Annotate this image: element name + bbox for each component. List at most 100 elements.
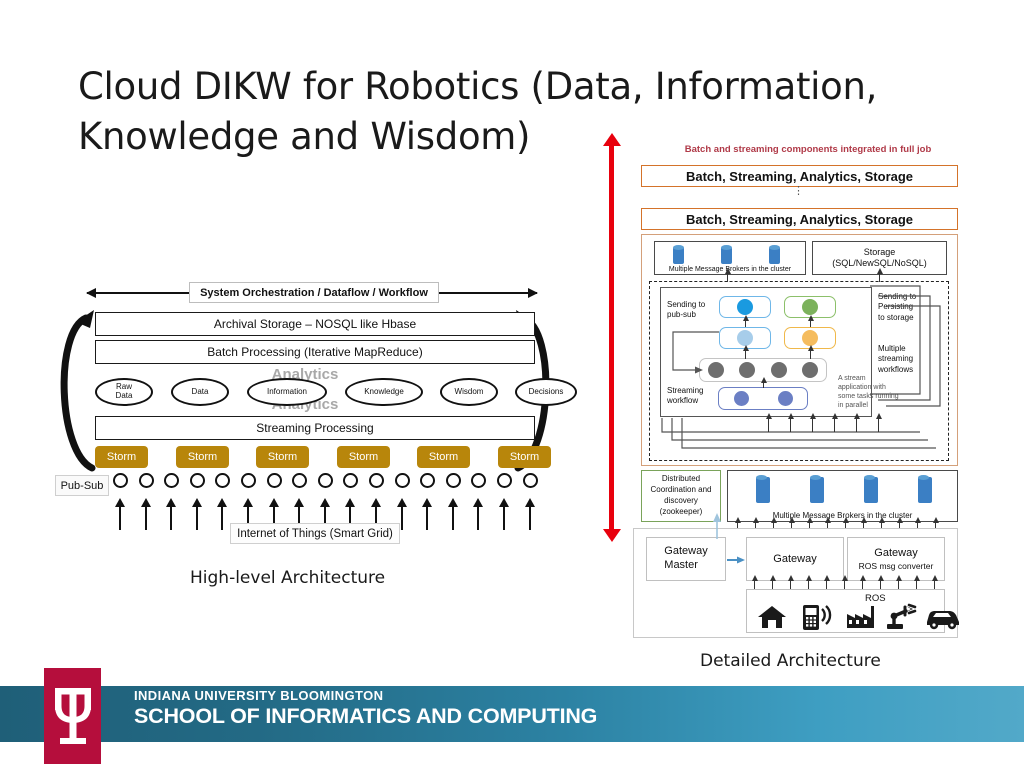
zookeeper-box: Distributed Coordination and discovery (… bbox=[641, 470, 721, 522]
broker-cylinder bbox=[756, 474, 770, 503]
broker-cylinder bbox=[918, 474, 932, 503]
storage-label-line1: Storage bbox=[863, 246, 896, 257]
detailed-architecture-diagram: Batch and streaming components integrate… bbox=[600, 133, 975, 645]
full-job-container: Multiple Message Brokers in the cluster … bbox=[641, 234, 958, 466]
pubsub-node bbox=[446, 473, 461, 488]
batch-processing-bar: Batch Processing (Iterative MapReduce) bbox=[95, 340, 535, 364]
pubsub-node bbox=[318, 473, 333, 488]
archival-storage-bar: Archival Storage – NOSQL like Hbase bbox=[95, 312, 535, 336]
dikw-stage: Data bbox=[171, 378, 229, 406]
caption-high-level: High-level Architecture bbox=[190, 568, 386, 588]
ros-label: ROS bbox=[865, 593, 886, 604]
pubsub-node bbox=[497, 473, 512, 488]
iot-label: Internet of Things (Smart Grid) bbox=[230, 523, 400, 544]
ingest-arrow bbox=[787, 413, 795, 432]
sensor-arrow bbox=[525, 498, 535, 530]
device-to-gateway-arrow bbox=[841, 575, 849, 589]
zookeeper-label: Distributed Coordination and discovery (… bbox=[650, 474, 712, 516]
task-dot bbox=[733, 391, 749, 406]
gateway-ros-sub: ROS msg converter bbox=[858, 560, 934, 571]
batch-streaming-bar-2: Batch, Streaming, Analytics, Storage bbox=[641, 208, 958, 230]
pubsub-node bbox=[139, 473, 154, 488]
footer-text-block: INDIANA UNIVERSITY BLOOMINGTON SCHOOL OF… bbox=[134, 688, 597, 729]
device-to-gateway-arrow bbox=[877, 575, 885, 589]
device-to-gateway-arrows bbox=[746, 575, 945, 590]
device-to-gateway-arrow bbox=[823, 575, 831, 589]
device-to-gateway-arrow bbox=[805, 575, 813, 589]
robot-arm-icon bbox=[887, 603, 917, 629]
footer-university-name: INDIANA UNIVERSITY BLOOMINGTON bbox=[134, 688, 384, 703]
pubsub-node bbox=[215, 473, 230, 488]
task-dot bbox=[802, 362, 819, 378]
storm-node: Storm bbox=[95, 446, 148, 468]
broker-cylinder bbox=[721, 244, 732, 264]
pubsub-node bbox=[241, 473, 256, 488]
message-brokers-bottom: Multiple Message Brokers in the cluster bbox=[727, 470, 958, 522]
dikw-stage: Knowledge bbox=[345, 378, 423, 406]
pubsub-node bbox=[523, 473, 538, 488]
dikw-stage: Wisdom bbox=[440, 378, 498, 406]
device-to-gateway-arrow bbox=[895, 575, 903, 589]
task-dot bbox=[739, 362, 756, 378]
to-brokers-arrow bbox=[724, 268, 732, 282]
pubsub-node-row bbox=[113, 473, 545, 497]
vertical-scope-arrow bbox=[602, 133, 621, 542]
sensor-arrow bbox=[192, 498, 202, 530]
mobile-phone-icon bbox=[803, 605, 832, 630]
streaming-workflows-dashed-region: Sending to pub-sub Streaming workflow Se… bbox=[649, 281, 949, 461]
iu-trident-logo-icon bbox=[54, 688, 91, 744]
orchestration-label: System Orchestration / Dataflow / Workfl… bbox=[189, 282, 439, 303]
slide-canvas: Cloud DIKW for Robotics (Data, Informati… bbox=[0, 0, 1024, 768]
sensor-arrow bbox=[166, 498, 176, 530]
pubsub-node bbox=[267, 473, 282, 488]
task-dot bbox=[802, 299, 818, 315]
to-storage-arrow bbox=[876, 268, 884, 282]
iu-logo-block bbox=[44, 668, 101, 764]
flow-arrow bbox=[807, 315, 815, 327]
gateway-link-arrow bbox=[727, 556, 745, 564]
device-to-gateway-arrow bbox=[859, 575, 867, 589]
sensor-arrow bbox=[448, 498, 458, 530]
sensor-arrow bbox=[473, 498, 483, 530]
broker-cylinder bbox=[864, 474, 878, 503]
sensor-arrow bbox=[499, 498, 509, 530]
task-group-periwinkle bbox=[718, 387, 808, 410]
ingest-arrow bbox=[853, 413, 861, 432]
streaming-processing-bar: Streaming Processing bbox=[95, 416, 535, 440]
loopback-connector bbox=[672, 331, 719, 374]
workflow-return-lines bbox=[661, 418, 936, 449]
broker-cylinder bbox=[673, 244, 684, 264]
pubsub-node bbox=[471, 473, 486, 488]
task-dot bbox=[802, 330, 818, 346]
flow-arrow bbox=[807, 345, 815, 359]
storm-node: Storm bbox=[417, 446, 470, 468]
pubsub-node bbox=[113, 473, 128, 488]
sensor-arrow bbox=[422, 498, 432, 530]
sensor-arrow bbox=[397, 498, 407, 530]
device-to-gateway-arrow bbox=[769, 575, 777, 589]
gateway-master-box: Gateway Master bbox=[646, 537, 726, 581]
task-dot bbox=[737, 330, 753, 346]
sending-to-pubsub-label: Sending to pub-sub bbox=[667, 300, 706, 320]
broker-cylinder bbox=[769, 244, 780, 264]
home-icon bbox=[758, 606, 786, 628]
pubsub-node bbox=[190, 473, 205, 488]
pubsub-node bbox=[420, 473, 435, 488]
gateway-master-label: Gateway Master bbox=[664, 545, 708, 571]
caption-detailed: Detailed Architecture bbox=[700, 651, 881, 671]
flow-arrow bbox=[742, 345, 750, 359]
device-row: ROS bbox=[746, 589, 959, 633]
gateway-ros-label: Gateway bbox=[874, 547, 918, 560]
pubsub-node bbox=[369, 473, 384, 488]
sensor-arrow bbox=[217, 498, 227, 530]
high-level-architecture-diagram: System Orchestration / Dataflow / Workfl… bbox=[55, 278, 577, 548]
task-dot bbox=[737, 299, 753, 315]
pubsub-node bbox=[164, 473, 179, 488]
dikw-stage: Decisions bbox=[515, 378, 577, 406]
detailed-top-caption: Batch and streaming components integrate… bbox=[684, 144, 932, 155]
device-to-gateway-arrow bbox=[787, 575, 795, 589]
broker-cylinder bbox=[810, 474, 824, 503]
device-to-gateway-arrow bbox=[913, 575, 921, 589]
flow-arrow bbox=[760, 377, 768, 388]
storm-node: Storm bbox=[176, 446, 229, 468]
